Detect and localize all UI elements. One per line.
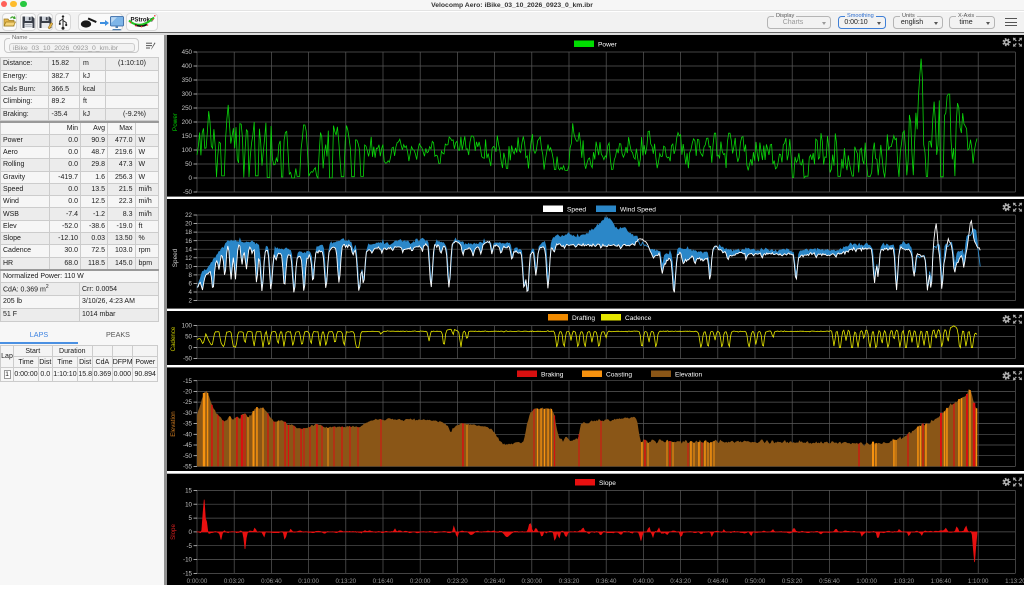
svg-text:22: 22 [185, 212, 192, 219]
svg-text:0:03:20: 0:03:20 [223, 578, 244, 585]
svg-text:5: 5 [188, 515, 192, 522]
svg-text:0: 0 [188, 345, 192, 352]
svg-text:1:06:40: 1:06:40 [930, 578, 951, 585]
svg-text:-35: -35 [183, 421, 193, 428]
svg-text:0:16:40: 0:16:40 [372, 578, 393, 585]
svg-text:50: 50 [185, 334, 192, 341]
svg-text:-10: -10 [183, 557, 193, 564]
svg-text:0:33:20: 0:33:20 [558, 578, 579, 585]
svg-text:-50: -50 [183, 189, 193, 196]
svg-text:-15: -15 [183, 571, 193, 578]
svg-text:15: 15 [185, 488, 192, 495]
svg-text:0:50:00: 0:50:00 [744, 578, 765, 585]
svg-text:-55: -55 [183, 464, 193, 471]
svg-text:0:46:40: 0:46:40 [707, 578, 728, 585]
svg-text:Speed: Speed [172, 248, 179, 267]
svg-text:14: 14 [185, 246, 192, 253]
svg-text:0:53:20: 0:53:20 [781, 578, 802, 585]
svg-text:0:13:20: 0:13:20 [335, 578, 356, 585]
svg-text:2: 2 [188, 298, 192, 305]
svg-text:0:10:00: 0:10:00 [298, 578, 319, 585]
svg-text:16: 16 [185, 238, 192, 245]
svg-text:Coasting: Coasting [606, 372, 632, 379]
svg-text:0:43:20: 0:43:20 [670, 578, 691, 585]
svg-text:0:56:40: 0:56:40 [819, 578, 840, 585]
svg-text:4: 4 [188, 289, 192, 296]
svg-text:0:23:20: 0:23:20 [447, 578, 468, 585]
svg-text:-30: -30 [183, 410, 193, 417]
svg-text:-25: -25 [183, 399, 193, 406]
svg-text:-5: -5 [186, 543, 192, 550]
svg-text:200: 200 [181, 119, 192, 126]
svg-text:-40: -40 [183, 431, 193, 438]
svg-text:Power: Power [172, 112, 179, 131]
svg-text:Wind Speed: Wind Speed [620, 207, 656, 214]
svg-text:18: 18 [185, 229, 192, 236]
svg-text:10: 10 [185, 501, 192, 508]
svg-text:1:10:00: 1:10:00 [967, 578, 988, 585]
svg-text:10: 10 [185, 264, 192, 271]
svg-text:0:06:40: 0:06:40 [261, 578, 282, 585]
svg-text:-20: -20 [183, 389, 193, 396]
svg-text:0:30:00: 0:30:00 [521, 578, 542, 585]
svg-text:Drafting: Drafting [572, 315, 595, 322]
svg-text:Slope: Slope [170, 524, 177, 540]
svg-text:0:20:00: 0:20:00 [409, 578, 430, 585]
svg-text:-15: -15 [183, 378, 193, 385]
svg-text:300: 300 [181, 91, 192, 98]
svg-text:0: 0 [188, 529, 192, 536]
svg-text:50: 50 [185, 161, 192, 168]
svg-text:Slope: Slope [599, 480, 616, 487]
svg-text:400: 400 [181, 63, 192, 70]
svg-text:Elevation: Elevation [675, 372, 702, 379]
svg-text:8: 8 [188, 272, 192, 279]
svg-text:100: 100 [181, 147, 192, 154]
svg-text:0:40:00: 0:40:00 [633, 578, 654, 585]
svg-text:Cadence: Cadence [625, 315, 652, 322]
svg-text:Elevation: Elevation [170, 411, 177, 437]
svg-text:1:00:00: 1:00:00 [856, 578, 877, 585]
svg-text:0:00:00: 0:00:00 [186, 578, 207, 585]
svg-text:350: 350 [181, 77, 192, 84]
svg-text:1:13:20: 1:13:20 [1005, 578, 1024, 585]
svg-text:250: 250 [181, 105, 192, 112]
svg-text:0: 0 [188, 175, 192, 182]
svg-text:-50: -50 [183, 453, 193, 460]
svg-text:450: 450 [181, 49, 192, 56]
svg-text:Cadence: Cadence [170, 326, 177, 351]
svg-text:0:36:40: 0:36:40 [595, 578, 616, 585]
svg-text:100: 100 [181, 323, 192, 330]
svg-text:12: 12 [185, 255, 192, 262]
svg-text:20: 20 [185, 221, 192, 228]
svg-text:6: 6 [188, 281, 192, 288]
svg-text:Braking: Braking [541, 372, 564, 379]
svg-text:150: 150 [181, 133, 192, 140]
svg-text:-45: -45 [183, 442, 193, 449]
svg-text:Power: Power [598, 42, 617, 49]
svg-text:0:26:40: 0:26:40 [484, 578, 505, 585]
svg-text:-50: -50 [183, 356, 193, 363]
svg-text:Speed: Speed [567, 207, 586, 214]
svg-text:1:03:20: 1:03:20 [893, 578, 914, 585]
